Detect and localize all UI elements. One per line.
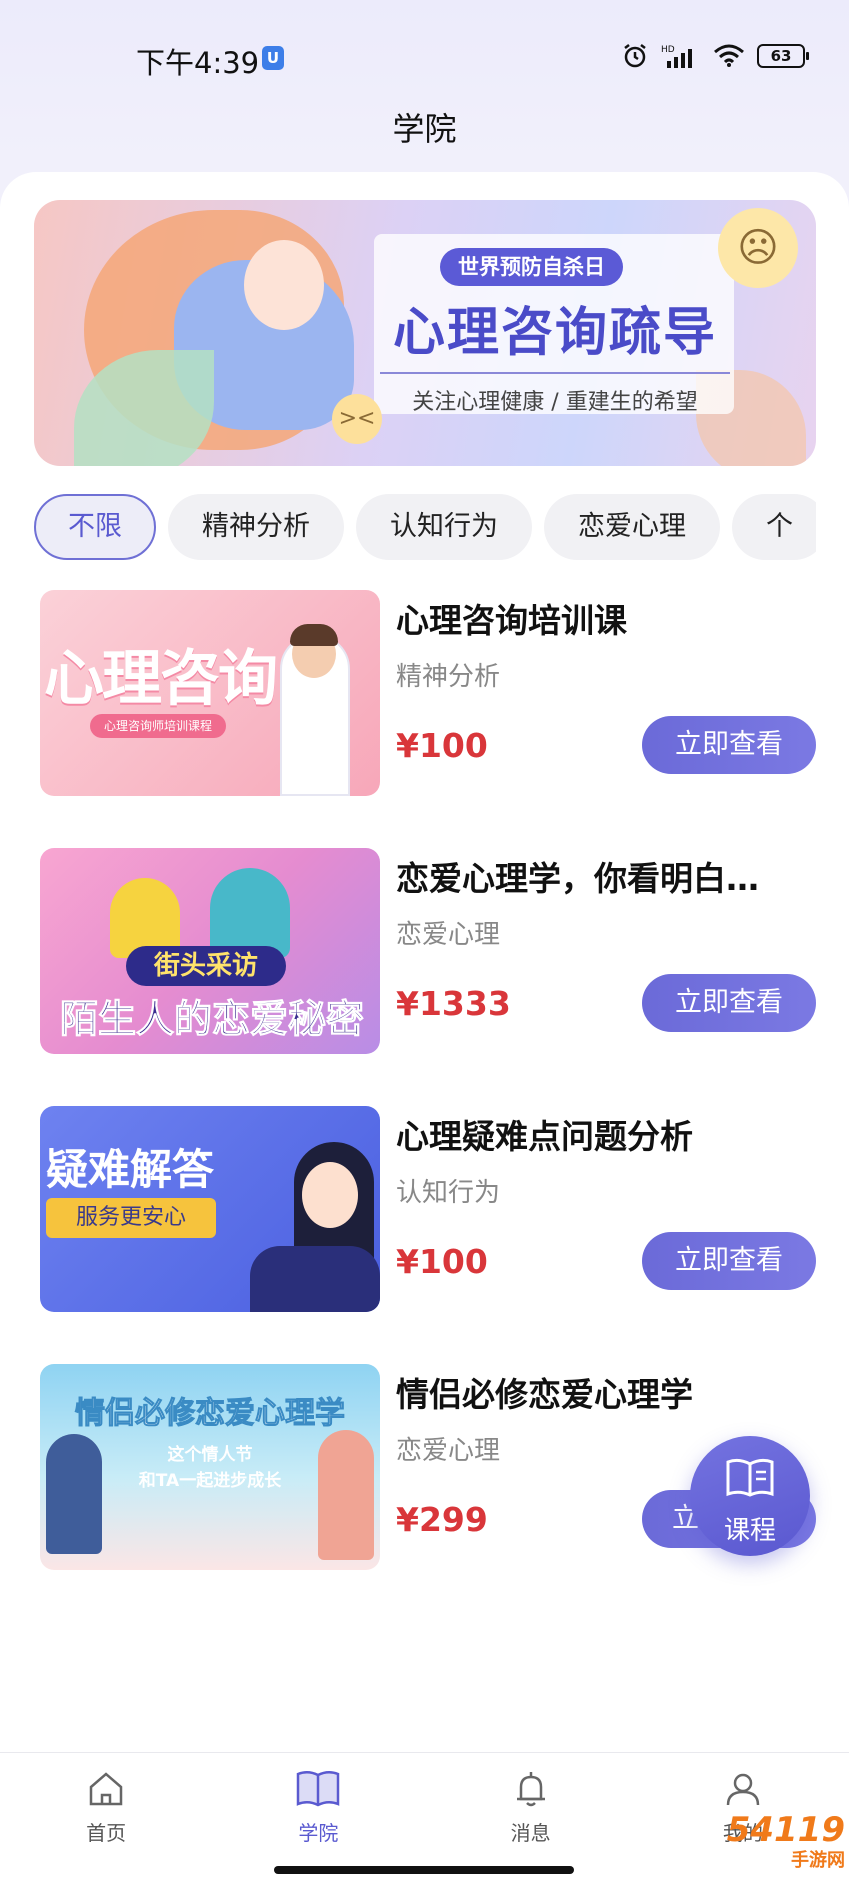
banner-illustration-face — [244, 240, 324, 330]
floating-button-label: 课程 — [723, 1516, 776, 1546]
banner-subtitle: 关注心理健康 / 重建生的希望 — [380, 372, 730, 416]
watermark-text: 手游网 — [791, 1850, 845, 1871]
course-title[interactable]: 情侣必修恋爱心理学 — [396, 1368, 826, 1416]
tab-label: 消息 — [510, 1821, 551, 1845]
floating-course-button[interactable]: 课程 — [690, 1436, 810, 1556]
thumbnail-line: 和TA一起进步成长 — [138, 1471, 282, 1491]
course-thumbnail[interactable]: 街头采访 陌生人的恋爱秘密 — [40, 848, 380, 1054]
course-thumbnail[interactable]: 情侣必修恋爱心理学 这个情人节 和TA一起进步成长 — [40, 1364, 380, 1570]
signal-icon: HD — [661, 45, 692, 68]
wifi-icon — [714, 44, 744, 67]
filter-chip-love[interactable]: 恋爱心理 — [544, 494, 720, 560]
course-item[interactable]: 心理咨询 心理咨询师培训课程 心理咨询培训课 精神分析 ¥100 立即查看 — [40, 590, 816, 796]
view-now-button[interactable]: 立即查看 — [642, 716, 816, 774]
course-item[interactable]: 疑难解答 服务更安心 心理疑难点问题分析 认知行为 ¥100 立即查看 — [40, 1106, 816, 1312]
course-item[interactable]: 街头采访 陌生人的恋爱秘密 恋爱心理学，你看明白… 恋爱心理 ¥1333 立即查… — [40, 848, 816, 1054]
battery-icon: 63 — [757, 44, 809, 68]
sad-face-icon: ☹ — [718, 208, 798, 288]
thumbnail-title: 情侣必修恋爱心理学 — [75, 1396, 346, 1432]
thumbnail-subtitle: 这个情人节 和TA一起进步成长 — [40, 1442, 380, 1494]
filter-chip-more[interactable]: 个 — [732, 494, 816, 560]
course-price: ¥100 — [396, 726, 488, 765]
status-time: 下午4:39 — [136, 46, 260, 80]
thumbnail-title: 心理咨询 — [44, 644, 278, 714]
crying-face-icon: >< — [332, 394, 382, 444]
view-now-button[interactable]: 立即查看 — [642, 1232, 816, 1290]
banner-tag: 世界预防自杀日 — [440, 248, 623, 286]
thumbnail-tag: 服务更安心 — [46, 1198, 216, 1238]
course-thumbnail[interactable]: 心理咨询 心理咨询师培训课程 — [40, 590, 380, 796]
doctor-hair — [290, 624, 338, 646]
status-icons: HD 63 — [621, 42, 809, 70]
course-category: 精神分析 — [396, 662, 501, 692]
course-price: ¥299 — [396, 1500, 488, 1539]
thumbnail-line: 这个情人节 — [167, 1445, 253, 1465]
course-title[interactable]: 心理疑难点问题分析 — [396, 1110, 826, 1158]
course-category: 认知行为 — [396, 1178, 501, 1208]
book-icon — [726, 1458, 774, 1497]
bell-icon — [516, 1772, 545, 1807]
course-category: 恋爱心理 — [396, 1436, 501, 1466]
agent-face — [302, 1162, 358, 1228]
tab-label: 首页 — [86, 1821, 127, 1845]
watermark-logo: 54119 — [726, 1810, 845, 1850]
filter-chip-all[interactable]: 不限 — [34, 494, 156, 560]
category-filter-bar: 不限 精神分析 认知行为 恋爱心理 个 — [34, 494, 816, 560]
book-icon — [297, 1771, 340, 1807]
view-now-button[interactable]: 立即查看 — [642, 974, 816, 1032]
tab-home[interactable]: 首页 — [0, 1753, 212, 1888]
tab-label: 学院 — [298, 1821, 339, 1845]
home-icon — [89, 1772, 123, 1806]
svg-text:HD: HD — [661, 45, 675, 55]
filter-chip-psychoanalysis[interactable]: 精神分析 — [168, 494, 344, 560]
course-price: ¥1333 — [396, 984, 511, 1023]
banner-title: 心理咨询疏导 — [392, 303, 717, 363]
status-bar: 下午4:39 U HD 63 — [0, 0, 849, 120]
thumbnail-title: 疑难解答 — [46, 1145, 215, 1194]
filter-chip-cognitive[interactable]: 认知行为 — [356, 494, 532, 560]
person-illustration — [210, 868, 290, 958]
course-title[interactable]: 恋爱心理学，你看明白… — [396, 852, 826, 900]
user-icon — [726, 1773, 760, 1806]
course-title[interactable]: 心理咨询培训课 — [396, 594, 826, 642]
promo-banner[interactable]: 世界预防自杀日 心理咨询疏导 关注心理健康 / 重建生的希望 ☹ >< — [34, 200, 816, 466]
agent-body — [250, 1246, 380, 1312]
course-category: 恋爱心理 — [396, 920, 501, 950]
home-indicator[interactable] — [274, 1866, 574, 1874]
alarm-icon — [624, 44, 646, 68]
course-thumbnail[interactable]: 疑难解答 服务更安心 — [40, 1106, 380, 1312]
thumbnail-tag: 街头采访 — [126, 946, 286, 986]
app-badge-icon: U — [262, 46, 284, 70]
thumbnail-title: 陌生人的恋爱秘密 — [59, 997, 364, 1042]
course-price: ¥100 — [396, 1242, 488, 1281]
thumbnail-subtitle: 心理咨询师培训课程 — [90, 714, 227, 738]
page-title: 学院 — [392, 110, 457, 148]
